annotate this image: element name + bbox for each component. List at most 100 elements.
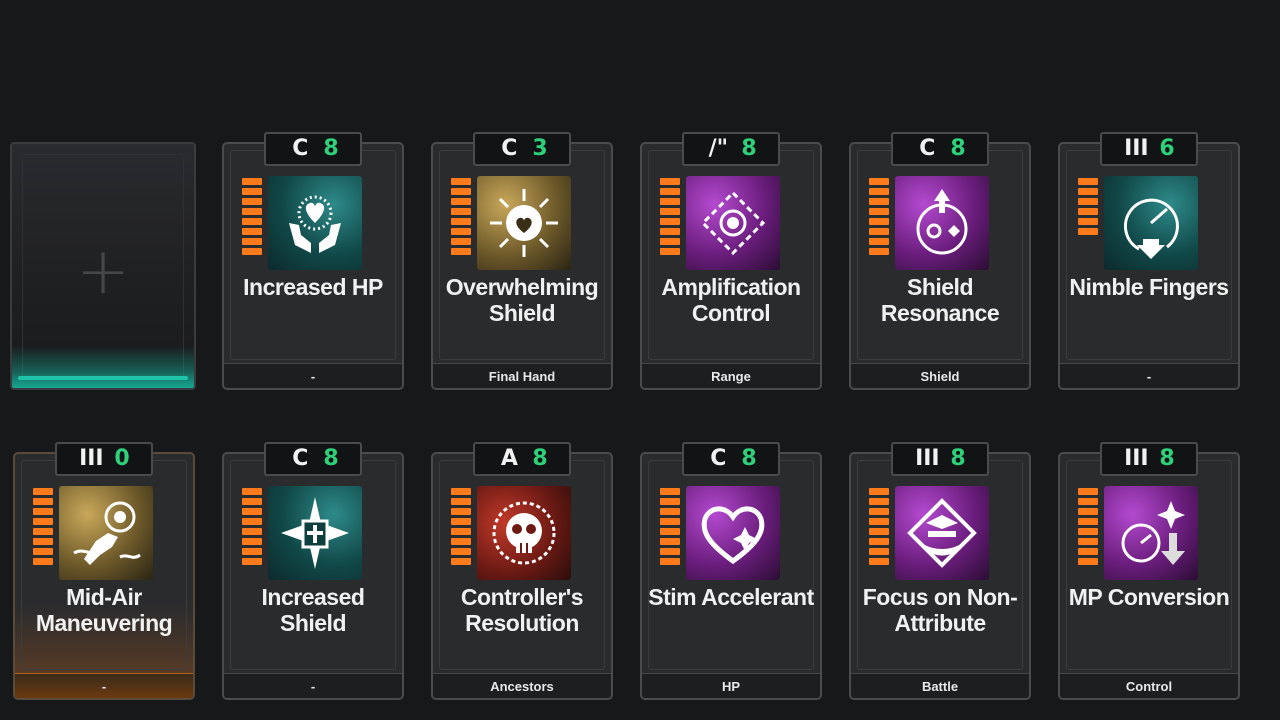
capacity-cost: 8 <box>323 446 339 471</box>
card-tag: HP <box>642 673 820 698</box>
module-card[interactable]: Stim Accelerant HP C8 <box>640 442 822 700</box>
rank-bars <box>869 178 889 255</box>
radiant-heart-shield-icon <box>477 176 571 270</box>
card-name: Stim Accelerant <box>648 584 814 610</box>
card-tag: - <box>1060 363 1238 388</box>
module-card[interactable]: Controller's Resolution Ancestors A8 <box>431 442 613 700</box>
card-name: Nimble Fingers <box>1069 274 1229 300</box>
card-tag: Range <box>642 363 820 388</box>
card-name: Focus on Non-Attribute <box>862 584 1018 636</box>
card-tag: Battle <box>851 673 1029 698</box>
card-body: MP Conversion Control <box>1058 452 1240 700</box>
circular-resonance-icon <box>895 176 989 270</box>
module-type-icon: C <box>292 136 309 161</box>
rank-bars <box>242 488 262 565</box>
card-tag: - <box>224 673 402 698</box>
card-name: Increased Shield <box>261 584 365 636</box>
rank-bars <box>451 178 471 255</box>
module-card[interactable]: Shield Resonance Shield C8 <box>849 132 1031 390</box>
module-card[interactable]: Overwhelming Shield Final Hand C3 <box>431 132 613 390</box>
card-body: Controller's Resolution Ancestors <box>431 452 613 700</box>
card-tag: Final Hand <box>433 363 611 388</box>
skull-gear-icon <box>477 486 571 580</box>
cost-badge: C8 <box>264 442 362 476</box>
cost-badge: C8 <box>682 442 780 476</box>
rank-bars <box>451 488 471 565</box>
rank-bars <box>660 178 680 255</box>
clock-down-arrow-icon <box>1104 486 1198 580</box>
clock-arrow-icon <box>1104 176 1198 270</box>
module-type-icon: /" <box>708 136 729 161</box>
empty-module-slot[interactable]: + <box>10 142 196 390</box>
cost-badge: III 8 <box>891 442 989 476</box>
card-name: Mid-Air Maneuvering <box>35 584 173 636</box>
module-card[interactable]: Increased Shield - C8 <box>222 442 404 700</box>
rank-bars <box>1078 488 1098 565</box>
cost-badge: III 8 <box>1100 442 1198 476</box>
diamond-target-icon <box>686 176 780 270</box>
card-name: MP Conversion <box>1068 584 1230 610</box>
module-type-icon: III <box>1124 446 1149 471</box>
slot-glow <box>12 346 194 388</box>
cost-badge: C3 <box>473 132 571 166</box>
plus-icon: + <box>76 235 130 309</box>
capacity-cost: 8 <box>741 446 757 471</box>
cross-shield-icon <box>268 486 362 580</box>
rank-bars <box>869 488 889 565</box>
card-name: Controller's Resolution <box>460 584 584 636</box>
card-tag: Shield <box>851 363 1029 388</box>
card-tag: Control <box>1060 673 1238 698</box>
grappling-hand-icon <box>59 486 153 580</box>
card-body: Increased Shield - <box>222 452 404 700</box>
card-body: Amplification Control Range <box>640 142 822 390</box>
rank-bars <box>242 178 262 255</box>
capacity-cost: 6 <box>1159 136 1175 161</box>
module-card[interactable]: MP Conversion Control III 8 <box>1058 442 1240 700</box>
card-name: Overwhelming Shield <box>445 274 599 326</box>
card-tag: - <box>224 363 402 388</box>
rank-bars <box>660 488 680 565</box>
diamond-focus-icon <box>895 486 989 580</box>
module-grid: + Increased HP - C8 Overwhelming Shield … <box>0 0 1280 720</box>
card-body: Nimble Fingers - <box>1058 142 1240 390</box>
card-tag: Ancestors <box>433 673 611 698</box>
card-body: Stim Accelerant HP <box>640 452 822 700</box>
cost-badge: III 0 <box>55 442 153 476</box>
capacity-cost: 8 <box>532 446 548 471</box>
slot-indicator <box>18 376 188 380</box>
capacity-cost: 3 <box>532 136 548 161</box>
module-card[interactable]: Nimble Fingers - III 6 <box>1058 132 1240 390</box>
module-card[interactable]: Mid-Air Maneuvering - III 0 <box>13 442 195 700</box>
heart-outline-icon <box>686 486 780 580</box>
module-type-icon: III <box>915 446 940 471</box>
capacity-cost: 0 <box>114 446 130 471</box>
card-body: Increased HP - <box>222 142 404 390</box>
capacity-cost: 8 <box>323 136 339 161</box>
capacity-cost: 8 <box>1159 446 1175 471</box>
card-name: Shield Resonance <box>880 274 1000 326</box>
module-type-icon: C <box>919 136 936 161</box>
cost-badge: III 6 <box>1100 132 1198 166</box>
module-card[interactable]: Focus on Non-Attribute Battle III 8 <box>849 442 1031 700</box>
rank-bars <box>1078 178 1098 235</box>
capacity-cost: 8 <box>741 136 757 161</box>
module-card[interactable]: Increased HP - C8 <box>222 132 404 390</box>
capacity-cost: 8 <box>950 136 966 161</box>
card-body: Overwhelming Shield Final Hand <box>431 142 613 390</box>
module-card[interactable]: Amplification Control Range /" 8 <box>640 132 822 390</box>
heart-hands-icon <box>268 176 362 270</box>
module-type-icon: C <box>710 446 727 471</box>
card-body: Focus on Non-Attribute Battle <box>849 452 1031 700</box>
capacity-cost: 8 <box>950 446 966 471</box>
cost-badge: A8 <box>473 442 571 476</box>
card-body: Mid-Air Maneuvering - <box>13 452 195 700</box>
module-type-icon: C <box>292 446 309 471</box>
cost-badge: C8 <box>264 132 362 166</box>
module-type-icon: C <box>501 136 518 161</box>
module-type-icon: III <box>79 446 104 471</box>
rank-bars <box>33 488 53 565</box>
card-name: Amplification Control <box>661 274 801 326</box>
card-body: Shield Resonance Shield <box>849 142 1031 390</box>
cost-badge: C8 <box>891 132 989 166</box>
module-type-icon: III <box>1124 136 1149 161</box>
